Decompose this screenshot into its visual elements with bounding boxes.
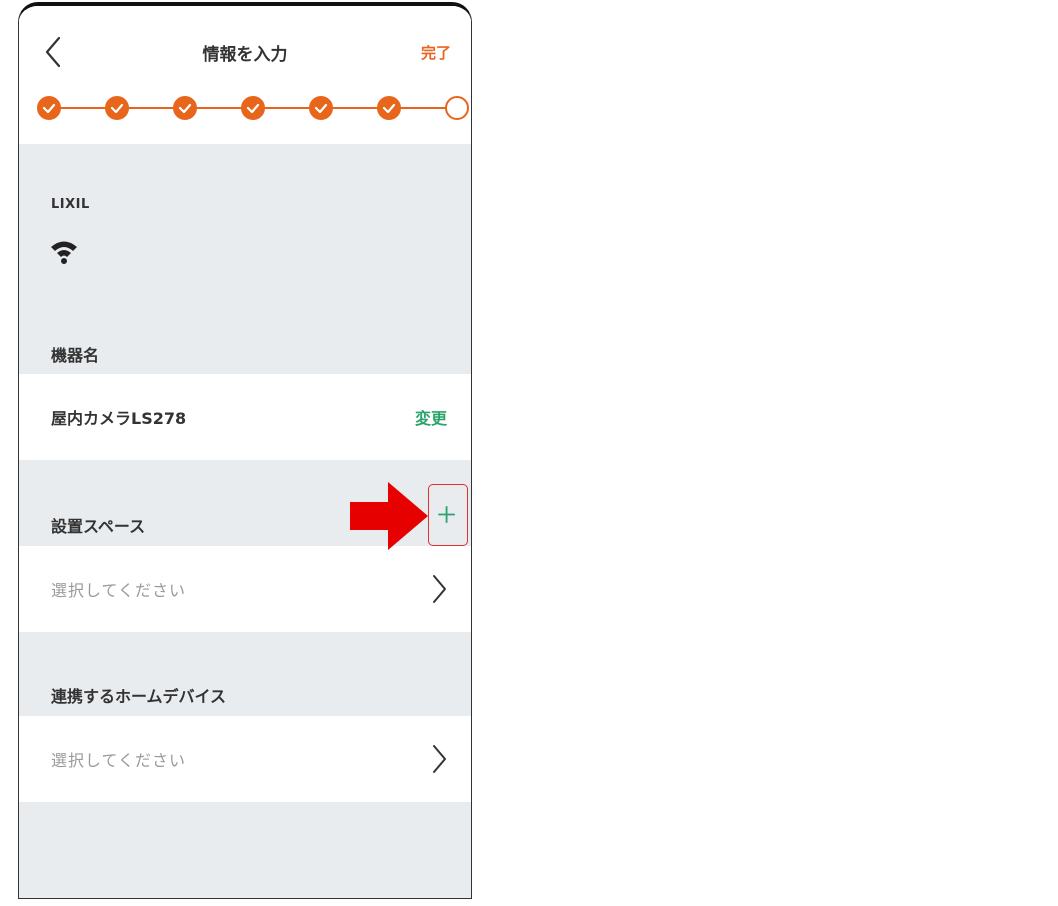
step-complete-check-icon [309, 96, 333, 120]
step-complete-check-icon [241, 96, 265, 120]
install-space-placeholder: 選択してください [51, 581, 187, 600]
add-install-space-button[interactable] [428, 484, 468, 546]
done-button[interactable]: 完了 [421, 42, 451, 63]
device-name-section-label: 機器名 [51, 346, 100, 365]
header: 情報を入力 完了 [19, 6, 471, 144]
install-space-section-label: 設置スペース [51, 517, 146, 536]
plus-icon [438, 506, 455, 523]
linked-devices-section-label: 連携するホームデバイス [51, 687, 227, 706]
brand-label: LIXIL [51, 197, 90, 212]
step-current-circle [445, 96, 469, 120]
device-name-value: 屋内カメラLS278 [51, 409, 187, 428]
change-name-button[interactable]: 変更 [415, 405, 447, 429]
device-name-row: 屋内カメラLS278 変更 [19, 374, 471, 460]
annotation-arrow-icon [350, 482, 428, 550]
install-space-select[interactable]: 選択してください [19, 546, 471, 632]
step-complete-check-icon [173, 96, 197, 120]
wifi-icon [51, 241, 77, 264]
progress-stepper [37, 96, 469, 120]
linked-devices-select[interactable]: 選択してください [19, 716, 471, 802]
phone-screen: 情報を入力 完了 LIXIL 機器名 屋内カメラLS278 変更 設置スペース … [18, 2, 472, 899]
step-complete-check-icon [377, 96, 401, 120]
linked-devices-placeholder: 選択してください [51, 751, 187, 770]
step-complete-check-icon [105, 96, 129, 120]
step-complete-check-icon [37, 96, 61, 120]
page-title: 情報を入力 [202, 45, 288, 65]
chevron-right-icon [433, 745, 446, 773]
chevron-right-icon [433, 575, 446, 603]
